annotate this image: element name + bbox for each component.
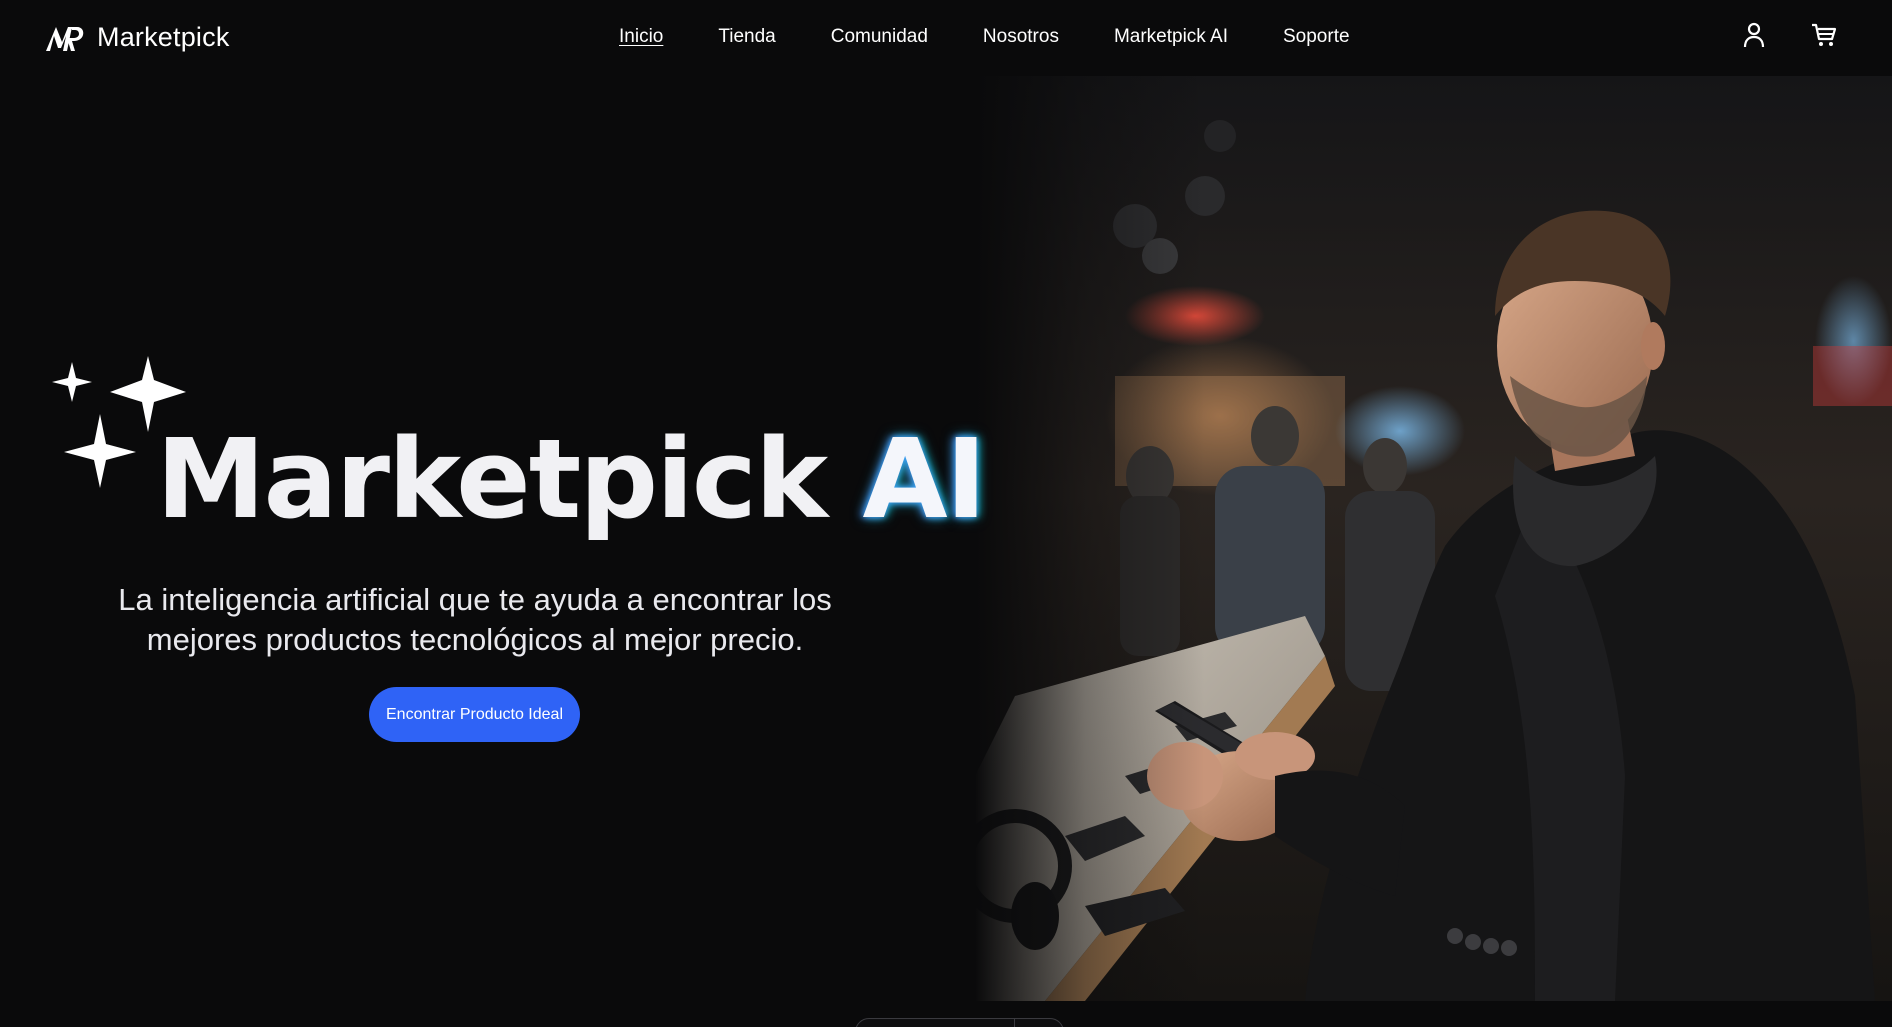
hero-title-ai: AI xyxy=(862,415,986,543)
find-product-button[interactable]: Encontrar Producto Ideal xyxy=(369,687,580,742)
nav-item-inicio[interactable]: Inicio xyxy=(619,26,663,48)
bottom-toggle[interactable] xyxy=(855,1018,1064,1027)
hero-subtitle-line-1: La inteligencia artificial que te ayuda … xyxy=(118,582,832,617)
marketpick-logo-icon xyxy=(45,24,85,52)
user-icon[interactable] xyxy=(1741,20,1767,50)
hero-image xyxy=(975,76,1892,1001)
header-actions xyxy=(1741,20,1837,50)
hero-subtitle-line-2: mejores productos tecnológicos al mejor … xyxy=(146,622,804,657)
nav-item-marketpick-ai[interactable]: Marketpick AI xyxy=(1114,26,1228,48)
hero-subtitle: La inteligencia artificial que te ayuda … xyxy=(60,580,890,660)
hero-title-brand: Marketpick xyxy=(156,415,828,543)
bottom-toggle-divider xyxy=(1014,1019,1015,1027)
hero-title: Marketpick AI xyxy=(156,424,987,534)
site-header: Marketpick Inicio Tienda Comunidad Nosot… xyxy=(0,0,1892,76)
cart-icon[interactable] xyxy=(1811,20,1837,50)
nav-item-comunidad[interactable]: Comunidad xyxy=(831,26,928,48)
logo-link[interactable]: Marketpick xyxy=(45,22,230,53)
brand-name: Marketpick xyxy=(97,22,230,52)
main-nav: Inicio Tienda Comunidad Nosotros Marketp… xyxy=(619,26,1350,48)
landing-page: Marketpick Inicio Tienda Comunidad Nosot… xyxy=(0,0,1892,1027)
nav-item-nosotros[interactable]: Nosotros xyxy=(983,26,1059,48)
nav-item-soporte[interactable]: Soporte xyxy=(1283,26,1350,48)
nav-item-tienda[interactable]: Tienda xyxy=(718,26,775,48)
